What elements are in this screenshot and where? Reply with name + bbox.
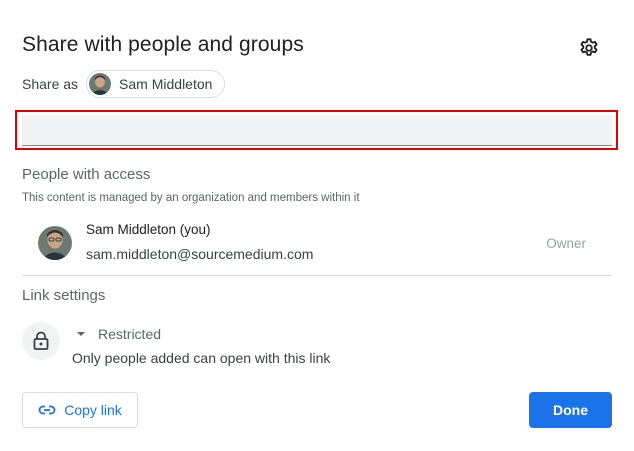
copy-link-label: Copy link — [64, 402, 122, 418]
done-label: Done — [553, 402, 588, 418]
link-access-level: Restricted — [98, 326, 162, 342]
link-access-description: Only people added can open with this lin… — [72, 350, 331, 366]
person-name: Sam Middleton (you) — [86, 222, 211, 237]
link-access-dropdown[interactable]: Restricted — [72, 325, 161, 343]
add-people-input[interactable] — [22, 115, 612, 146]
dialog-title: Share with people and groups — [22, 33, 304, 56]
share-as-label: Share as — [22, 76, 79, 92]
person-email: sam.middleton@sourcemedium.com — [86, 246, 314, 262]
lock-icon — [33, 331, 49, 350]
share-as-account-name: Sam Middleton — [119, 76, 213, 92]
share-dialog: Share with people and groups Share as Sa… — [0, 0, 634, 451]
share-as-row: Share as Sam Middleton — [22, 70, 226, 98]
access-managed-notice: This content is managed by an organizati… — [22, 192, 360, 204]
list-item: Sam Middleton (you) sam.middleton@source… — [22, 218, 612, 268]
copy-link-button[interactable]: Copy link — [22, 392, 138, 428]
people-with-access-heading: People with access — [22, 166, 151, 183]
chevron-down-icon — [77, 332, 85, 336]
done-button[interactable]: Done — [529, 392, 612, 428]
lock-icon-container — [22, 322, 60, 360]
share-as-account-chip[interactable]: Sam Middleton — [86, 70, 226, 98]
link-settings-heading: Link settings — [22, 287, 106, 304]
avatar — [38, 226, 72, 260]
person-role: Owner — [546, 236, 586, 251]
gear-icon — [580, 38, 598, 56]
settings-button[interactable] — [575, 34, 603, 62]
link-icon — [38, 405, 56, 415]
avatar — [89, 73, 112, 95]
divider — [22, 275, 612, 276]
